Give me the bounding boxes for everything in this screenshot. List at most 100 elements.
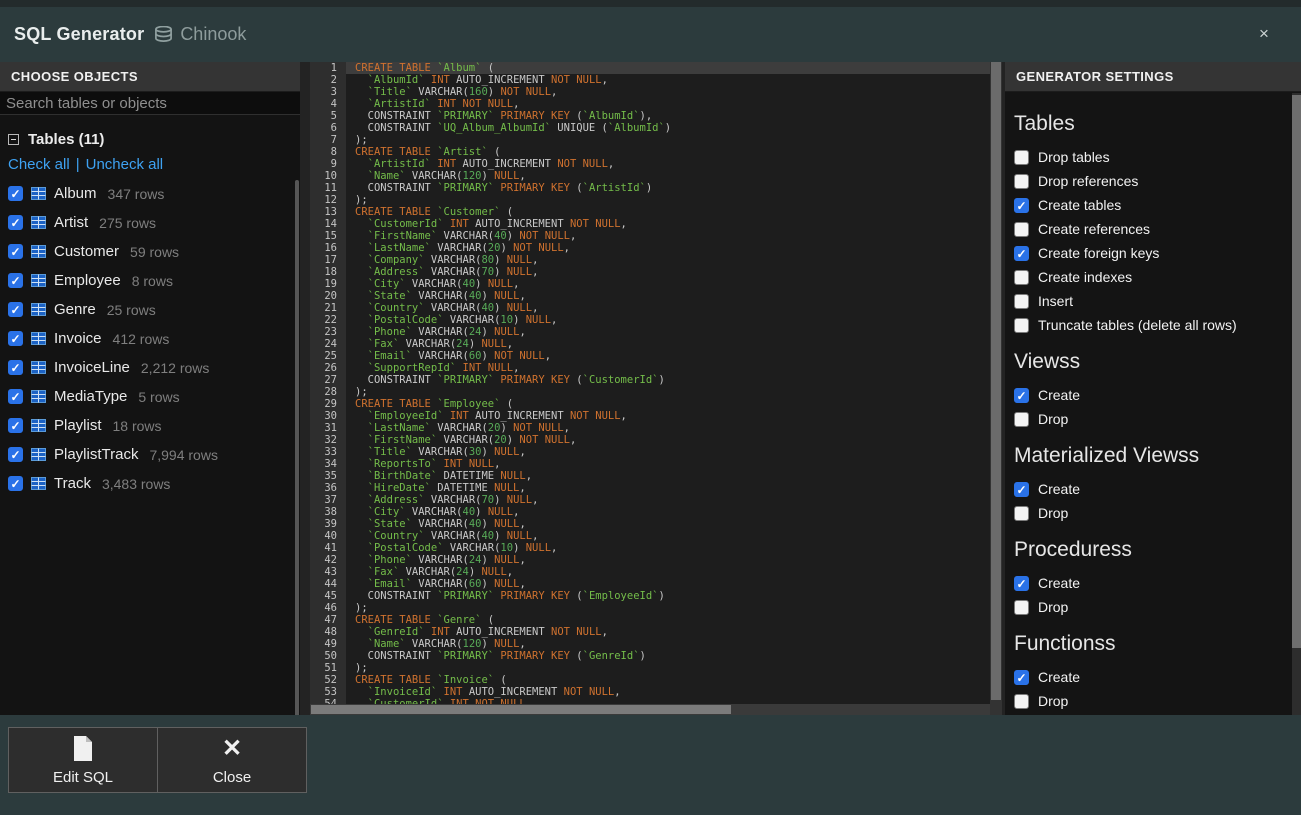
option-checkbox[interactable] bbox=[1014, 198, 1029, 213]
table-name: InvoiceLine bbox=[54, 359, 130, 376]
table-row-count: 3,483 rows bbox=[102, 476, 170, 492]
table-checkbox[interactable] bbox=[8, 273, 23, 288]
edit-sql-label: Edit SQL bbox=[53, 769, 113, 786]
code-line: 51); bbox=[310, 662, 990, 674]
code-line: 16 `LastName` VARCHAR(20) NOT NULL, bbox=[310, 242, 990, 254]
option-label: Create tables bbox=[1038, 197, 1121, 213]
editor-vertical-scrollbar[interactable] bbox=[990, 62, 1002, 715]
table-checkbox[interactable] bbox=[8, 215, 23, 230]
table-row[interactable]: Employee 8 rows bbox=[8, 266, 300, 295]
table-checkbox[interactable] bbox=[8, 389, 23, 404]
table-row-count: 25 rows bbox=[107, 302, 156, 318]
uncheck-all-link[interactable]: Uncheck all bbox=[86, 156, 164, 173]
hscroll-thumb[interactable] bbox=[311, 705, 731, 714]
sql-code-area[interactable]: 1CREATE TABLE `Album` (2 `AlbumId` INT A… bbox=[310, 62, 990, 715]
option-checkbox[interactable] bbox=[1014, 270, 1029, 285]
code-line: 21 `Country` VARCHAR(40) NULL, bbox=[310, 302, 990, 314]
close-button[interactable]: ✕ Close bbox=[157, 727, 307, 793]
table-checkbox[interactable] bbox=[8, 447, 23, 462]
settings-option[interactable]: Create bbox=[1014, 571, 1292, 595]
code-line: 24 `Fax` VARCHAR(24) NULL, bbox=[310, 338, 990, 350]
table-row[interactable]: Track 3,483 rows bbox=[8, 469, 300, 498]
settings-scrollbar[interactable] bbox=[1292, 93, 1301, 715]
option-checkbox[interactable] bbox=[1014, 294, 1029, 309]
table-row[interactable]: PlaylistTrack 7,994 rows bbox=[8, 440, 300, 469]
settings-option[interactable]: Create references bbox=[1014, 217, 1292, 241]
table-checkbox[interactable] bbox=[8, 476, 23, 491]
table-row[interactable]: MediaType 5 rows bbox=[8, 382, 300, 411]
settings-option[interactable]: Drop bbox=[1014, 407, 1292, 431]
settings-section: Tables Drop tables Drop references Creat… bbox=[1014, 112, 1292, 337]
settings-option[interactable]: Create foreign keys bbox=[1014, 241, 1292, 265]
choose-objects-panel: CHOOSE OBJECTS Tables (11) Check all | U… bbox=[0, 62, 300, 715]
settings-option[interactable]: Drop bbox=[1014, 501, 1292, 525]
settings-option[interactable]: Truncate tables (delete all rows) bbox=[1014, 313, 1292, 337]
option-checkbox[interactable] bbox=[1014, 246, 1029, 261]
table-row[interactable]: Customer 59 rows bbox=[8, 237, 300, 266]
table-row-count: 2,212 rows bbox=[141, 360, 209, 376]
editor-horizontal-scrollbar[interactable] bbox=[310, 704, 990, 715]
settings-scroll-thumb[interactable] bbox=[1292, 95, 1301, 648]
settings-option[interactable]: Create bbox=[1014, 665, 1292, 689]
settings-options: Create Drop bbox=[1014, 477, 1292, 525]
settings-option[interactable]: Drop bbox=[1014, 595, 1292, 619]
collapse-icon[interactable] bbox=[8, 134, 19, 145]
option-checkbox[interactable] bbox=[1014, 600, 1029, 615]
settings-option[interactable]: Create bbox=[1014, 383, 1292, 407]
table-checkbox[interactable] bbox=[8, 331, 23, 346]
table-row[interactable]: Invoice 412 rows bbox=[8, 324, 300, 353]
table-name: Genre bbox=[54, 301, 96, 318]
left-panel-scrollbar[interactable] bbox=[295, 180, 299, 772]
search-input[interactable] bbox=[0, 92, 300, 115]
code-line: 13CREATE TABLE `Customer` ( bbox=[310, 206, 990, 218]
table-icon bbox=[31, 419, 46, 432]
option-checkbox[interactable] bbox=[1014, 318, 1029, 333]
option-checkbox[interactable] bbox=[1014, 222, 1029, 237]
option-checkbox[interactable] bbox=[1014, 174, 1029, 189]
table-icon bbox=[31, 477, 46, 490]
table-row-count: 59 rows bbox=[130, 244, 179, 260]
settings-option[interactable]: Drop references bbox=[1014, 169, 1292, 193]
vscroll-thumb[interactable] bbox=[991, 62, 1001, 700]
table-icon bbox=[31, 361, 46, 374]
settings-option[interactable]: Create tables bbox=[1014, 193, 1292, 217]
table-icon bbox=[31, 332, 46, 345]
close-icon[interactable]: × bbox=[1251, 21, 1277, 47]
check-all-link[interactable]: Check all bbox=[8, 156, 70, 173]
table-row[interactable]: Genre 25 rows bbox=[8, 295, 300, 324]
settings-option[interactable]: Drop tables bbox=[1014, 145, 1292, 169]
settings-section: Proceduress Create Drop bbox=[1014, 538, 1292, 619]
option-checkbox[interactable] bbox=[1014, 150, 1029, 165]
table-checkbox[interactable] bbox=[8, 302, 23, 317]
table-checkbox[interactable] bbox=[8, 244, 23, 259]
dialog-footer: Edit SQL ✕ Close bbox=[0, 715, 1301, 815]
table-row[interactable]: Artist 275 rows bbox=[8, 208, 300, 237]
table-row[interactable]: Album 347 rows bbox=[8, 179, 300, 208]
settings-option[interactable]: Create indexes bbox=[1014, 265, 1292, 289]
dialog-content: CHOOSE OBJECTS Tables (11) Check all | U… bbox=[0, 62, 1301, 715]
option-checkbox[interactable] bbox=[1014, 506, 1029, 521]
table-checkbox[interactable] bbox=[8, 186, 23, 201]
option-label: Create foreign keys bbox=[1038, 245, 1159, 261]
settings-option[interactable]: Insert bbox=[1014, 289, 1292, 313]
table-row[interactable]: InvoiceLine 2,212 rows bbox=[8, 353, 300, 382]
dialog-titlebar: SQL Generator Chinook × bbox=[0, 7, 1301, 62]
option-checkbox[interactable] bbox=[1014, 670, 1029, 685]
option-checkbox[interactable] bbox=[1014, 412, 1029, 427]
dialog-title: SQL Generator bbox=[14, 24, 144, 45]
code-line: 34 `ReportsTo` INT NULL, bbox=[310, 458, 990, 470]
table-row[interactable]: Playlist 18 rows bbox=[8, 411, 300, 440]
code-line: 43 `Fax` VARCHAR(24) NULL, bbox=[310, 566, 990, 578]
settings-option[interactable]: Create bbox=[1014, 477, 1292, 501]
settings-option[interactable]: Drop bbox=[1014, 689, 1292, 713]
table-checkbox[interactable] bbox=[8, 360, 23, 375]
option-checkbox[interactable] bbox=[1014, 576, 1029, 591]
tables-group[interactable]: Tables (11) bbox=[8, 129, 300, 149]
option-checkbox[interactable] bbox=[1014, 482, 1029, 497]
table-checkbox[interactable] bbox=[8, 418, 23, 433]
option-checkbox[interactable] bbox=[1014, 388, 1029, 403]
option-checkbox[interactable] bbox=[1014, 694, 1029, 709]
settings-section-title: Tables bbox=[1014, 112, 1292, 136]
edit-sql-button[interactable]: Edit SQL bbox=[8, 727, 158, 793]
sql-preview-editor: 1CREATE TABLE `Album` (2 `AlbumId` INT A… bbox=[310, 62, 1002, 715]
